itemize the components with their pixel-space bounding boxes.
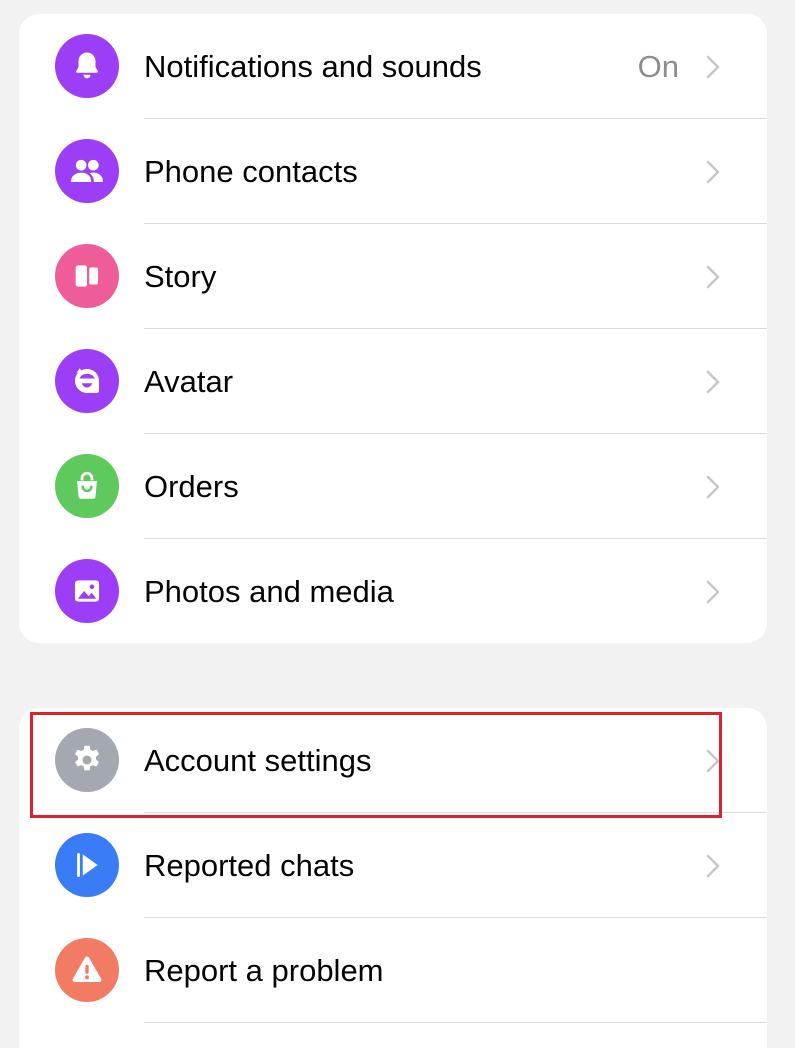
settings-group-2: Account settings Reported chats Report a…	[19, 708, 767, 1048]
avatar-icon	[55, 349, 119, 413]
chevron-right-icon	[706, 475, 720, 499]
phone-contacts-row[interactable]: Phone contacts	[19, 119, 767, 224]
gear-icon	[55, 728, 119, 792]
account-settings-row[interactable]: Account settings	[19, 708, 767, 813]
settings-group-1: Notifications and sounds On Phone contac…	[19, 14, 767, 643]
chevron-right-icon	[706, 370, 720, 394]
row-label: Story	[144, 259, 217, 294]
row-label: Orders	[144, 469, 239, 504]
reported-chats-row[interactable]: Reported chats	[19, 813, 767, 918]
photo-icon	[55, 559, 119, 623]
row-label: Photos and media	[144, 574, 394, 609]
row-label: Report a problem	[144, 953, 384, 988]
bell-icon	[55, 34, 119, 98]
chevron-right-icon	[706, 580, 720, 604]
row-label: Phone contacts	[144, 154, 358, 189]
orders-row[interactable]: Orders	[19, 434, 767, 539]
chevron-right-icon	[706, 854, 720, 878]
row-label: Notifications and sounds	[144, 49, 482, 84]
row-label: Avatar	[144, 364, 234, 399]
story-icon	[55, 244, 119, 308]
row-label: Account settings	[144, 743, 372, 778]
notifications-and-sounds-row[interactable]: Notifications and sounds On	[19, 14, 767, 119]
chevron-right-icon	[706, 265, 720, 289]
chevron-right-icon	[706, 55, 720, 79]
shopping-bag-icon	[55, 454, 119, 518]
row-label: Reported chats	[144, 848, 355, 883]
notifications-status-value: On	[637, 49, 679, 84]
people-icon	[55, 139, 119, 203]
chevron-right-icon	[706, 160, 720, 184]
avatar-row[interactable]: Avatar	[19, 329, 767, 434]
chevron-right-icon	[706, 749, 720, 773]
flag-icon	[55, 833, 119, 897]
story-row[interactable]: Story	[19, 224, 767, 329]
report-a-problem-row[interactable]: Report a problem	[19, 918, 767, 1023]
warning-icon	[55, 938, 119, 1002]
photos-and-media-row[interactable]: Photos and media	[19, 539, 767, 643]
divider	[144, 1022, 767, 1023]
